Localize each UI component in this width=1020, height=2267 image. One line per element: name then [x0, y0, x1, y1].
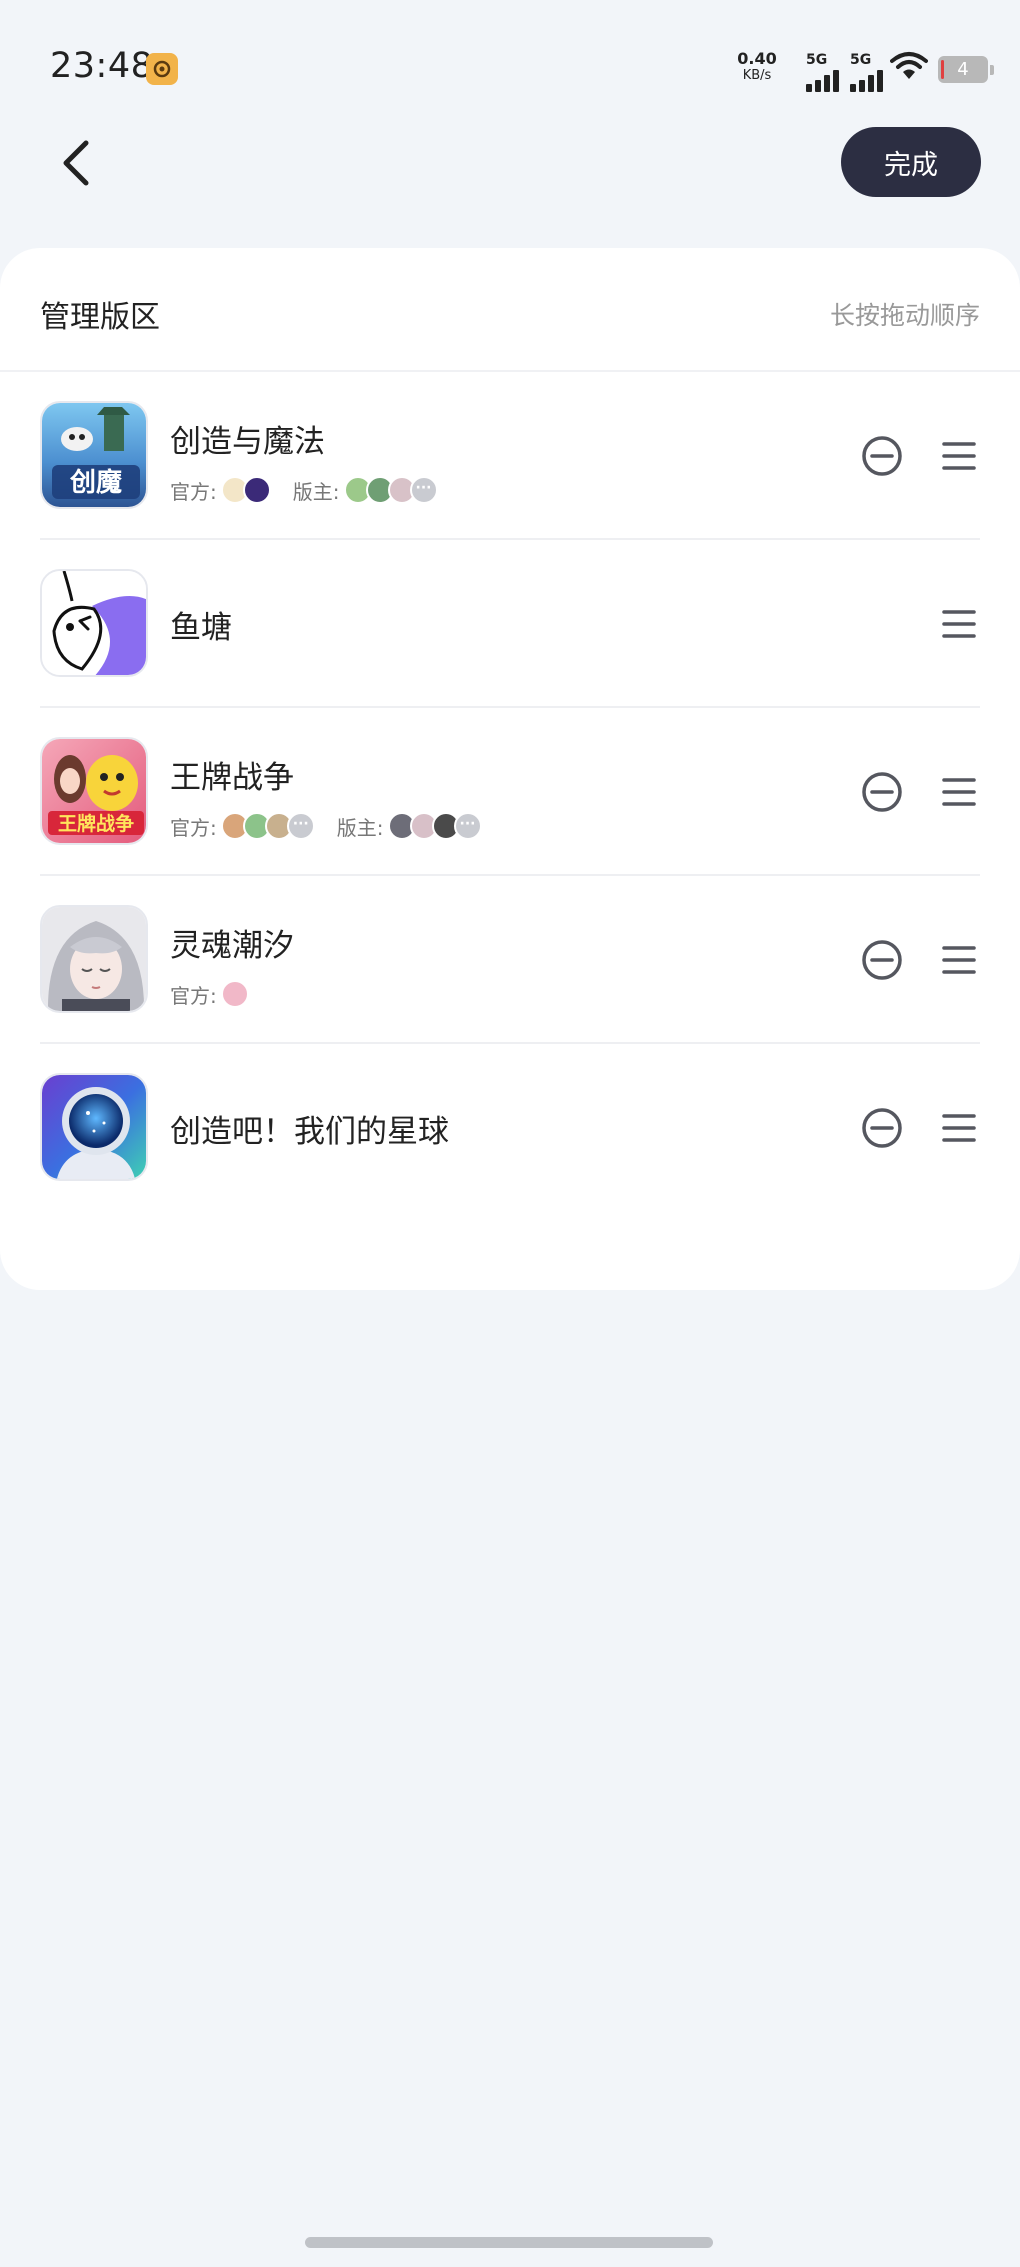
moderator-label: 版主:	[336, 815, 384, 840]
avatar	[242, 476, 271, 504]
forum-row[interactable]: 王牌战争 王牌战争 官方: ··· 版主: ···	[0, 708, 1020, 876]
remove-circle-icon[interactable]	[860, 434, 904, 478]
forum-list: 创魔 创造与魔法 官方: 版主: ··· 鱼塘 王牌战争 王牌战争 官方: ··…	[0, 372, 1020, 1212]
forum-meta: 官方:	[170, 978, 271, 1010]
network-speed-unit: KB/s	[742, 68, 772, 83]
notification-app-icon	[146, 53, 178, 85]
drag-handle-icon[interactable]	[941, 1110, 977, 1146]
forum-row[interactable]: 鱼塘	[0, 540, 1020, 708]
forum-row[interactable]: 创造吧！我们的星球	[0, 1044, 1020, 1212]
remove-circle-icon[interactable]	[860, 938, 904, 982]
remove-circle-icon[interactable]	[860, 1106, 904, 1150]
official-label: 官方:	[170, 815, 217, 840]
forum-icon[interactable]	[40, 569, 148, 677]
battery-indicator: 4	[938, 56, 994, 83]
drag-handle-icon[interactable]	[941, 438, 977, 474]
forum-name: 王牌战争	[170, 760, 294, 796]
signal-2-label: 5G	[850, 52, 872, 68]
forum-icon[interactable]: 创魔	[40, 401, 148, 509]
moderator-avatars: ···	[343, 476, 438, 504]
status-indicators: 0.40 KB/s 5G 5G 4	[700, 40, 1020, 92]
moderator-avatars: ···	[387, 812, 482, 840]
signal-1-label: 5G	[806, 52, 828, 68]
forum-icon[interactable]	[40, 905, 148, 1013]
forum-icon[interactable]	[40, 1073, 148, 1181]
moderator-label: 版主:	[292, 479, 340, 504]
avatar	[220, 980, 249, 1008]
status-time: 23:48	[50, 46, 154, 86]
forum-name: 创造与魔法	[170, 424, 325, 460]
official-avatars	[220, 476, 271, 504]
drag-handle-icon[interactable]	[941, 606, 977, 642]
drag-hint: 长按拖动顺序	[829, 301, 980, 330]
network-speed-value: 0.40	[737, 49, 777, 68]
svg-text:王牌战争: 王牌战争	[58, 812, 134, 835]
official-label: 官方:	[170, 983, 217, 1008]
signal-bars-icon	[850, 70, 883, 92]
drag-handle-icon[interactable]	[941, 774, 977, 810]
battery-level: 4	[957, 59, 969, 80]
official-avatars	[220, 980, 249, 1008]
forum-name: 灵魂潮汐	[170, 928, 294, 964]
home-indicator[interactable]	[305, 2237, 713, 2248]
forum-meta: 官方: 版主: ···	[170, 474, 460, 506]
done-button[interactable]: 完成	[841, 127, 981, 197]
signal-bars-icon	[806, 70, 839, 92]
more-avatars-icon: ···	[453, 812, 482, 840]
status-bar: 23:48 0.40 KB/s 5G 5G 4	[0, 0, 1020, 120]
forum-meta: 官方: ··· 版主: ···	[170, 810, 504, 842]
forum-name: 鱼塘	[170, 610, 232, 646]
official-label: 官方:	[170, 479, 217, 504]
remove-circle-icon[interactable]	[860, 770, 904, 814]
back-button[interactable]	[48, 130, 104, 196]
card-title: 管理版区	[40, 300, 160, 335]
manage-forums-card: 管理版区 长按拖动顺序 创魔 创造与魔法 官方: 版主: ··· 鱼塘 王牌战争…	[0, 248, 1020, 1290]
official-avatars: ···	[220, 812, 315, 840]
svg-text:创魔: 创魔	[69, 468, 122, 498]
more-avatars-icon: ···	[409, 476, 438, 504]
forum-icon[interactable]: 王牌战争	[40, 737, 148, 845]
wifi-icon	[890, 50, 928, 86]
forum-name: 创造吧！我们的星球	[170, 1114, 449, 1150]
drag-handle-icon[interactable]	[941, 942, 977, 978]
more-avatars-icon: ···	[286, 812, 315, 840]
forum-row[interactable]: 创魔 创造与魔法 官方: 版主: ···	[0, 372, 1020, 540]
network-speed: 0.40 KB/s	[734, 50, 780, 84]
forum-row[interactable]: 灵魂潮汐 官方:	[0, 876, 1020, 1044]
back-arrow-icon	[63, 140, 89, 186]
